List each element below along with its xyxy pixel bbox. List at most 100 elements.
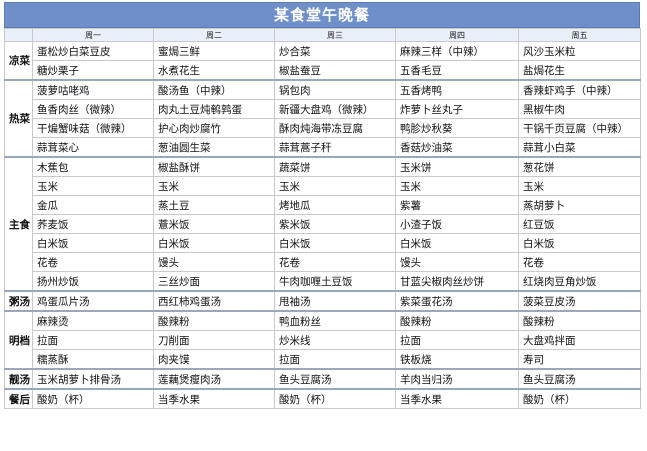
dish-cell: 麻辣烫 <box>32 310 154 331</box>
dish-cell: 铁板烧 <box>395 349 519 370</box>
menu-row: 糯蒸酥 肉夹馍 拉面 铁板烧 寿司 <box>5 349 641 370</box>
dish-cell: 金瓜 <box>32 195 154 215</box>
menu-row: 热菜 菠萝咕咾鸡 酸汤鱼（中辣） 锅包肉 五香烤鸭 香辣虾鸡手（中辣） <box>4 79 641 158</box>
dish-cell: 荞麦饭 <box>32 214 154 234</box>
dish-cell: 鸭胗炒秋葵 <box>395 118 519 138</box>
menu-row: 拉面 刀削面 炒米线 拉面 大盘鸡拌面 <box>5 330 641 350</box>
dish-cell: 椒盐酥饼 <box>153 156 275 177</box>
dish-cell: 牛肉咖喱土豆饭 <box>274 271 396 292</box>
dish-cell: 三丝炒面 <box>153 271 275 292</box>
dish-cell: 护心肉炒腐竹 <box>153 118 275 138</box>
dish-cell: 西红柿鸡蛋汤 <box>153 290 275 312</box>
dish-cell: 大盘鸡拌面 <box>518 330 641 350</box>
dish-cell: 酸奶（杯） <box>32 388 154 409</box>
dish-cell: 蒸胡萝卜 <box>518 195 641 215</box>
dish-cell: 酸奶（杯） <box>518 388 641 409</box>
dish-cell: 白米饭 <box>153 233 275 253</box>
dish-cell: 肉丸土豆炖鹌鹑蛋 <box>153 99 275 119</box>
menu-row: 主食 木蕉包 椒盐酥饼 蔬菜饼 玉米饼 葱花饼 <box>4 156 641 292</box>
dish-cell: 薏米饭 <box>153 214 275 234</box>
dish-cell: 小渣子饭 <box>395 214 519 234</box>
dish-cell: 蒜茸蒿子秆 <box>274 137 396 158</box>
menu-row: 凉菜 蛋松炒白菜豆皮 蜜焗三鲜 炒合菜 麻辣三样（中辣） 风沙玉米粒 <box>4 41 641 81</box>
dish-cell: 甘蓝尖椒肉丝炒饼 <box>395 271 519 292</box>
dish-cell: 鱼香肉丝（微辣） <box>32 99 154 119</box>
dish-cell: 酸辣粉 <box>153 310 275 331</box>
dish-cell: 蒸土豆 <box>153 195 275 215</box>
dish-cell: 鸡蛋瓜片汤 <box>32 290 154 312</box>
dish-cell: 紫菜蛋花汤 <box>395 290 519 312</box>
dish-cell: 锅包肉 <box>274 79 396 100</box>
dish-cell: 炒合菜 <box>274 41 396 61</box>
dish-cell: 风沙玉米粒 <box>518 41 641 61</box>
menu-row: 粥汤 鸡蛋瓜片汤 西红柿鸡蛋汤 甩袖汤 紫菜蛋花汤 菠菜豆皮汤 <box>4 290 641 312</box>
dish-cell: 新疆大盘鸡（微辣） <box>274 99 396 119</box>
category-label: 热菜 <box>4 79 33 158</box>
dish-cell: 酥肉炖海带冻豆腐 <box>274 118 396 138</box>
dish-cell: 白米饭 <box>395 233 519 253</box>
dish-cell: 炒米线 <box>274 330 396 350</box>
day-header: 周五 <box>518 28 641 42</box>
menu-row: 玉米 玉米 玉米 玉米 玉米 <box>5 176 641 196</box>
dish-cell: 菠菜豆皮汤 <box>518 290 641 312</box>
menu-row: 鱼香肉丝（微辣） 肉丸土豆炖鹌鹑蛋 新疆大盘鸡（微辣） 炸萝卜丝丸子 黑椒牛肉 <box>5 99 641 119</box>
dish-cell: 莲藕煲瘦肉汤 <box>153 368 275 390</box>
dish-cell: 鱼头豆腐汤 <box>518 368 641 390</box>
dish-cell: 葱花饼 <box>518 156 641 177</box>
dish-cell: 白米饭 <box>274 233 396 253</box>
category-label: 粥汤 <box>4 290 33 312</box>
dish-cell: 当季水果 <box>153 388 275 409</box>
dish-cell: 干锅千页豆腐（中辣） <box>518 118 641 138</box>
dish-cell: 蒜茸菜心 <box>32 137 154 158</box>
dish-cell: 鸭血粉丝 <box>274 310 396 331</box>
dish-cell: 寿司 <box>518 349 641 370</box>
dish-cell: 红豆饭 <box>518 214 641 234</box>
category-label: 靓汤 <box>4 368 33 390</box>
dish-cell: 香菇炒油菜 <box>395 137 519 158</box>
dish-cell: 糖炒栗子 <box>32 60 154 81</box>
menu-row: 白米饭 白米饭 白米饭 白米饭 白米饭 <box>5 233 641 253</box>
dish-cell: 鱼头豆腐汤 <box>274 368 396 390</box>
dish-cell: 馒头 <box>153 252 275 272</box>
dish-cell: 蒜茸小白菜 <box>518 137 641 158</box>
menu-row: 餐后 酸奶（杯） 当季水果 酸奶（杯） 当季水果 酸奶（杯） <box>4 388 641 409</box>
dish-cell: 拉面 <box>395 330 519 350</box>
dish-cell: 木蕉包 <box>32 156 154 177</box>
dish-cell: 酸辣粉 <box>518 310 641 331</box>
dish-cell: 水煮花生 <box>153 60 275 81</box>
dish-cell: 玉米饼 <box>395 156 519 177</box>
dish-cell: 拉面 <box>32 330 154 350</box>
dish-cell: 白米饭 <box>518 233 641 253</box>
dish-cell: 羊肉当归汤 <box>395 368 519 390</box>
dish-cell: 紫米饭 <box>274 214 396 234</box>
dish-cell: 黑椒牛肉 <box>518 99 641 119</box>
dish-cell: 扬州炒饭 <box>32 271 154 292</box>
dish-cell: 五香毛豆 <box>395 60 519 81</box>
day-header: 周一 <box>32 28 154 42</box>
menu-body: 凉菜 蛋松炒白菜豆皮 蜜焗三鲜 炒合菜 麻辣三样（中辣） 风沙玉米粒 糖炒栗子 水煮花生 椒盐蚕… <box>4 41 641 409</box>
dish-cell: 玉米 <box>32 176 154 196</box>
menu-row: 花卷 馒头 花卷 馒头 花卷 <box>5 252 641 272</box>
menu-row: 干煸蟹味菇（微辣） 护心肉炒腐竹 酥肉炖海带冻豆腐 鸭胗炒秋葵 干锅千页豆腐（中辣） <box>5 118 641 138</box>
dish-cell: 干煸蟹味菇（微辣） <box>32 118 154 138</box>
dish-cell: 麻辣三样（中辣） <box>395 41 519 61</box>
dish-cell: 花卷 <box>32 252 154 272</box>
dish-cell: 炸萝卜丝丸子 <box>395 99 519 119</box>
dish-cell: 玉米 <box>153 176 275 196</box>
day-header: 周三 <box>274 28 396 42</box>
dish-cell: 刀削面 <box>153 330 275 350</box>
day-header-row: 周一 周二 周三 周四 周五 <box>4 28 641 42</box>
dish-cell: 花卷 <box>274 252 396 272</box>
menu-row: 蒜茸菜心 葱油圆生菜 蒜茸蒿子秆 香菇炒油菜 蒜茸小白菜 <box>5 137 641 158</box>
dish-cell: 烤地瓜 <box>274 195 396 215</box>
day-header: 周四 <box>395 28 519 42</box>
dish-cell: 紫薯 <box>395 195 519 215</box>
dish-cell: 椒盐蚕豆 <box>274 60 396 81</box>
category-label: 餐后 <box>4 388 33 409</box>
dish-cell: 白米饭 <box>32 233 154 253</box>
day-header: 周二 <box>153 28 275 42</box>
dish-cell: 葱油圆生菜 <box>153 137 275 158</box>
dish-cell: 香辣虾鸡手（中辣） <box>518 79 641 100</box>
dish-cell: 玉米 <box>395 176 519 196</box>
dish-cell: 酸汤鱼（中辣） <box>153 79 275 100</box>
